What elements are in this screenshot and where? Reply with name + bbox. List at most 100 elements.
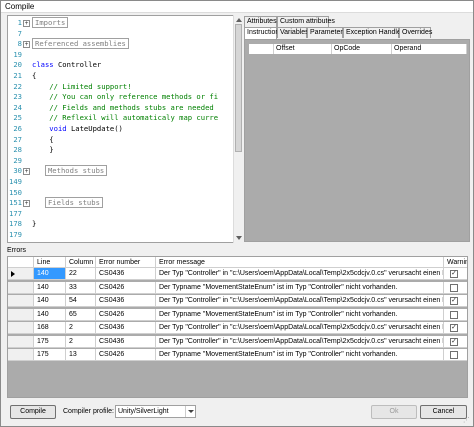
line-number: 19	[13, 49, 22, 59]
compile-button[interactable]: Compile	[10, 405, 56, 419]
line-number: 7	[17, 28, 22, 38]
ok-button[interactable]: Ok	[371, 405, 417, 419]
row-header-cell[interactable]	[8, 281, 34, 294]
chevron-down-icon[interactable]	[185, 406, 195, 417]
error-column-cell: 13	[66, 349, 96, 361]
error-number-cell: CS0436	[96, 322, 156, 334]
collapsed-region[interactable]: Fields stubs	[44, 197, 103, 209]
code-text: {	[32, 71, 36, 81]
error-line-cell: 140	[34, 268, 66, 280]
line-number: 24	[13, 102, 22, 112]
warning-checkbox[interactable]: ✓	[450, 337, 458, 346]
error-row[interactable]: 140 22 CS0436 Der Typ "Controller" in "c:\U…	[8, 268, 467, 280]
line-number: 8	[17, 39, 22, 49]
warning-checkbox[interactable]: ✓	[450, 297, 458, 305]
grid-column-opcode[interactable]: OpCode	[332, 44, 392, 54]
warning-checkbox[interactable]	[450, 283, 458, 292]
error-row[interactable]: 140 54 CS0436 Der Typ "Controller" in "c:\U…	[8, 295, 467, 307]
tab-overrides[interactable]: Overrides	[399, 27, 432, 38]
errors-column-error-number[interactable]: Error number	[96, 257, 156, 268]
errors-column-column[interactable]: Column	[66, 257, 96, 268]
compiler-profile-value: Unity/SilverLight	[118, 408, 169, 415]
line-number: 22	[13, 81, 22, 91]
resize-grip-icon[interactable]: ⋰	[463, 416, 471, 424]
code-text: Fields stubs	[32, 197, 103, 209]
row-header-cell[interactable]	[8, 295, 34, 307]
code-editor[interactable]: 1 + Imports 7 8 + Referenced assemblies 19 20 cla…	[7, 15, 242, 243]
expand-region-icon[interactable]: +	[23, 41, 30, 49]
row-header-cell[interactable]	[8, 349, 34, 361]
error-row[interactable]: 140 65 CS0426 Der Typname "MovementStateEnu…	[8, 308, 467, 321]
error-number-cell: CS0436	[96, 295, 156, 307]
compiler-profile-select[interactable]: Unity/SilverLight	[115, 405, 196, 418]
collapsed-region[interactable]: Methods stubs	[44, 165, 108, 177]
error-row[interactable]: 175 13 CS0426 Der Typname "MovementStateEnu…	[8, 349, 467, 361]
error-number-cell: CS0426	[96, 281, 156, 294]
error-row[interactable]: 175 2 CS0436 Der Typ "Controller" in "c:\Us…	[8, 335, 467, 348]
code-text: }	[32, 219, 36, 229]
errors-column-line[interactable]: Line	[34, 257, 66, 268]
errors-column-warning[interactable]: Warning	[444, 257, 467, 268]
instructions-grid[interactable]: Offset OpCode Operand	[244, 39, 470, 242]
tab-exception-handlers[interactable]: Exception Handlers	[343, 27, 407, 38]
line-number: 177	[9, 208, 22, 218]
error-column-cell: 33	[66, 281, 96, 294]
code-line: 24 // Fields and methods stubs are neede…	[8, 103, 234, 113]
line-number: 20	[13, 60, 22, 70]
collapsed-region[interactable]: Imports	[32, 17, 69, 28]
warning-checkbox[interactable]: ✓	[450, 324, 458, 332]
code-line: 21 {	[8, 71, 234, 81]
warning-checkbox[interactable]	[450, 351, 458, 359]
editor-vertical-scrollbar[interactable]	[233, 15, 242, 243]
code-line: 28 }	[8, 145, 234, 155]
scroll-up-icon[interactable]	[236, 18, 242, 22]
code-line: 151 + Fields stubs	[8, 197, 234, 209]
tab-parameters[interactable]: Parameters	[307, 27, 346, 38]
title-bar: Compile	[1, 1, 473, 13]
code-text: Referenced assemblies	[32, 38, 129, 50]
code-line: 30 + Methods stubs	[8, 165, 234, 177]
error-row[interactable]: 168 2 CS0436 Der Typ "Controller" in "c:\Us…	[8, 322, 467, 334]
tab-variables[interactable]: Variables	[277, 27, 309, 38]
code-line: 27 {	[8, 135, 234, 145]
grid-column-operand[interactable]: Operand	[392, 44, 467, 54]
cancel-button[interactable]: Cancel	[420, 405, 467, 419]
error-number-cell: CS0436	[96, 268, 156, 280]
error-message-cell: Der Typname "MovementStateEnum" ist im T…	[156, 308, 444, 321]
errors-corner-header	[8, 257, 34, 268]
warning-checkbox[interactable]: ✓	[450, 270, 458, 278]
row-header-cell[interactable]	[8, 308, 34, 321]
scroll-down-icon[interactable]	[236, 236, 242, 240]
scrollbar-thumb[interactable]	[235, 24, 242, 152]
expand-region-icon[interactable]: +	[23, 200, 30, 208]
code-text: {	[32, 135, 53, 145]
code-line: 150	[8, 188, 234, 198]
line-number: 23	[13, 92, 22, 102]
row-header-cell[interactable]	[8, 322, 34, 334]
tab-attributes[interactable]: Attributes	[244, 16, 277, 27]
warning-checkbox[interactable]	[450, 310, 458, 319]
error-line-cell: 140	[34, 281, 66, 294]
expand-region-icon[interactable]: +	[23, 20, 30, 27]
tab-instructions[interactable]: Instructions	[244, 27, 283, 39]
errors-column-error-message[interactable]: Error message	[156, 257, 444, 268]
grid-column-offset[interactable]: Offset	[274, 44, 332, 54]
error-message-cell: Der Typ "Controller" in "c:\Users\oem\Ap…	[156, 295, 444, 307]
errors-grid[interactable]: Line Column Error number Error message Warni…	[7, 256, 468, 398]
row-header-cell[interactable]	[8, 335, 34, 348]
error-column-cell: 22	[66, 268, 96, 280]
code-line: 22 // Limited support!	[8, 82, 234, 92]
line-number: 1	[17, 18, 22, 27]
code-text: Imports	[32, 17, 69, 28]
error-message-cell: Der Typ "Controller" in "c:\Users\oem\Ap…	[156, 268, 444, 280]
collapsed-region[interactable]: Referenced assemblies	[32, 38, 129, 50]
error-line-cell: 175	[34, 335, 66, 348]
error-warning-cell: ✓	[444, 335, 467, 348]
error-row[interactable]: 140 33 CS0426 Der Typname "MovementStateEnu…	[8, 281, 467, 294]
row-header-cell[interactable]	[8, 268, 34, 280]
error-column-cell: 65	[66, 308, 96, 321]
expand-region-icon[interactable]: +	[23, 168, 30, 176]
tab-custom-attributes[interactable]: Custom attributes	[277, 16, 335, 27]
error-warning-cell	[444, 281, 467, 294]
